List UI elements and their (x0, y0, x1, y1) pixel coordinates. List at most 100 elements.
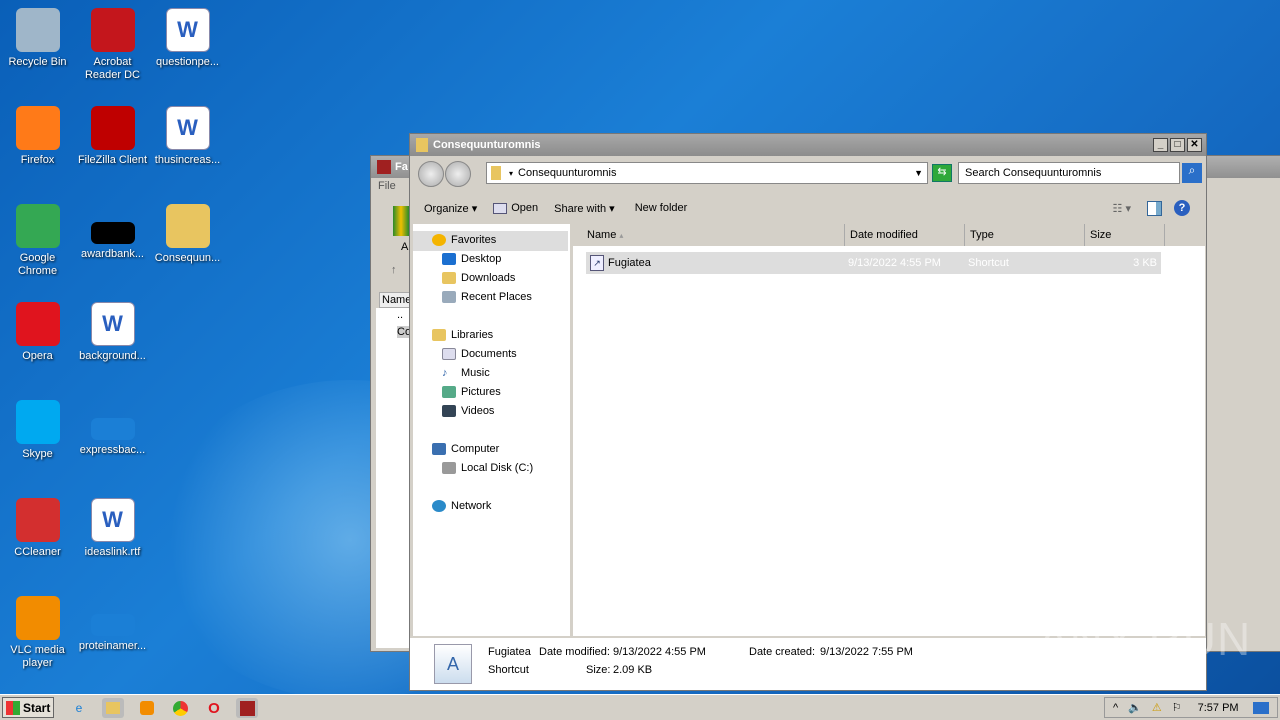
filezilla-icon (90, 106, 135, 150)
ie-taskbar-icon[interactable]: e (68, 698, 90, 718)
desktop-icon-label: Recycle Bin (8, 56, 67, 68)
volume-icon[interactable]: 🔈 (1128, 701, 1142, 714)
view-options-icon[interactable]: ☷ ▾ (1113, 202, 1131, 215)
address-bar[interactable]: ▾ Consequunturomnis ▼ (486, 162, 928, 184)
close-button[interactable]: ✕ (1187, 138, 1202, 152)
show-desktop-button[interactable] (1252, 701, 1269, 714)
table-row[interactable]: ↗ Fugiatea 9/13/2022 4:55 PM Shortcut 3 … (586, 252, 1161, 274)
system-tray: ^ 🔈 ⚠ ⚐ 7:57 PM (1104, 697, 1278, 718)
nav-downloads[interactable]: Downloads (442, 272, 515, 284)
details-label: Date modified: (539, 646, 610, 658)
action-center-flag-icon[interactable]: ⚐ (1172, 701, 1182, 714)
desktop-icon-ccleaner[interactable]: CCleaner (0, 498, 75, 559)
downloads-icon (442, 272, 456, 284)
maximize-button[interactable]: □ (1170, 138, 1185, 152)
desktop-icon-expressbac-[interactable]: expressbac... (75, 400, 150, 457)
minimize-button[interactable]: _ (1153, 138, 1168, 152)
winrar-icon (377, 160, 391, 174)
details-name: Fugiatea (488, 646, 531, 658)
desktop-icon-consequun-[interactable]: Consequun... (150, 204, 225, 265)
address-text: Consequunturomnis (518, 167, 617, 179)
window-title: Fa (395, 161, 408, 173)
menu-file[interactable]: File (378, 180, 396, 192)
share-with-button[interactable]: Share with ▾ (554, 202, 615, 215)
file-name: Fugiatea (608, 257, 651, 269)
column-date-modified[interactable]: Date modified (845, 224, 965, 246)
desktop-icon-label: Consequun... (154, 252, 221, 264)
clock[interactable]: 7:57 PM (1198, 702, 1239, 714)
desktop-icon-ideaslink-rtf[interactable]: Wideaslink.rtf (75, 498, 150, 559)
show-hidden-icons[interactable]: ^ (1113, 702, 1118, 714)
search-icon[interactable]: ⌕ (1182, 163, 1202, 183)
explorer-window[interactable]: Consequunturomnis _ □ ✕ ▾ Consequunturom… (409, 133, 1207, 691)
nav-documents[interactable]: Documents (442, 348, 517, 360)
nav-computer[interactable]: Computer (432, 443, 499, 455)
refresh-button[interactable]: ⇆ (932, 164, 952, 182)
search-input[interactable]: Search Consequunturomnis (958, 162, 1180, 184)
winrar-taskbar-icon[interactable] (236, 698, 258, 718)
vlc-icon (15, 596, 60, 640)
firefox-icon (15, 106, 60, 150)
desktop-icon-questionpe-[interactable]: Wquestionpe... (150, 8, 225, 69)
desktop-icon-label: Acrobat Reader DC (84, 56, 141, 81)
nav-desktop[interactable]: Desktop (442, 253, 501, 265)
help-icon[interactable]: ? (1174, 200, 1190, 216)
explorer-taskbar-icon[interactable] (102, 698, 124, 718)
nav-pictures[interactable]: Pictures (442, 386, 501, 398)
desktop-icon-filezilla-client[interactable]: FileZilla Client (75, 106, 150, 167)
desktop-icon-label: CCleaner (14, 546, 61, 558)
nav-libraries[interactable]: Libraries (432, 329, 493, 341)
up-arrow-icon[interactable]: ↑ (391, 264, 397, 276)
file-date: 9/13/2022 4:55 PM (848, 257, 941, 269)
ccleaner-icon (15, 498, 60, 542)
start-button[interactable]: Start (2, 697, 54, 718)
column-type[interactable]: Type (965, 224, 1085, 246)
desktop-icon-opera[interactable]: Opera (0, 302, 75, 363)
shortcut-icon: ↗ (590, 255, 604, 271)
open-icon (493, 202, 508, 214)
chrome-icon (15, 204, 60, 248)
chrome-taskbar-icon[interactable] (169, 698, 191, 718)
desktop-icon-thusincreas-[interactable]: Wthusincreas... (150, 106, 225, 167)
desktop-icon-recycle-bin[interactable]: Recycle Bin (0, 8, 75, 69)
organize-button[interactable]: Organize ▾ (424, 202, 477, 215)
desktop-icon-vlc-media-player[interactable]: VLC media player (0, 596, 75, 670)
nav-music[interactable]: ♪ Music (442, 367, 490, 379)
desktop-icon-skype[interactable]: Skype (0, 400, 75, 461)
desktop-icon-firefox[interactable]: Firefox (0, 106, 75, 167)
details-label: Size: (586, 664, 611, 676)
archive-toolbar-button[interactable] (393, 206, 409, 236)
shortcut-large-icon: A (434, 644, 472, 684)
desktop-icon-awardbank-[interactable]: awardbank... (75, 204, 150, 261)
back-button[interactable] (418, 161, 444, 187)
music-icon: ♪ (442, 367, 448, 379)
nav-favorites[interactable]: Favorites (432, 234, 496, 246)
desktop-icon-label: questionpe... (156, 56, 219, 68)
new-folder-button[interactable]: New folder (635, 202, 688, 214)
column-name[interactable]: Name ▴ (573, 224, 845, 246)
computer-icon (432, 443, 446, 455)
nav-videos[interactable]: Videos (442, 405, 494, 417)
desktop-icon-label: expressbac... (79, 444, 146, 456)
nav-local-disk[interactable]: Local Disk (C:) (442, 462, 533, 474)
pictures-icon (442, 386, 456, 398)
desktop-icon-background-[interactable]: Wbackground... (75, 302, 150, 363)
command-bar: Organize ▾ Open Share with ▾ New folder … (410, 194, 1206, 222)
skype-icon (15, 400, 60, 444)
desktop-icon-google-chrome[interactable]: Google Chrome (0, 204, 75, 278)
chevron-down-icon[interactable]: ▼ (914, 168, 923, 178)
media-player-taskbar-icon[interactable] (136, 698, 158, 718)
network-icon (432, 500, 446, 512)
nav-recent-places[interactable]: Recent Places (442, 291, 532, 303)
column-size[interactable]: Size (1085, 224, 1165, 246)
list-item[interactable]: .. (397, 309, 403, 321)
windows-logo-icon (6, 700, 20, 715)
preview-pane-icon[interactable] (1147, 200, 1162, 216)
forward-button[interactable] (445, 161, 471, 187)
desktop-icon-acrobat-reader-dc[interactable]: Acrobat Reader DC (75, 8, 150, 82)
opera-taskbar-icon[interactable]: O (203, 698, 225, 718)
open-button[interactable]: Open (493, 202, 538, 214)
desktop-icon-proteinamer-[interactable]: proteinamer... (75, 596, 150, 653)
network-warning-icon[interactable]: ⚠ (1152, 701, 1162, 714)
nav-network[interactable]: Network (432, 500, 491, 512)
